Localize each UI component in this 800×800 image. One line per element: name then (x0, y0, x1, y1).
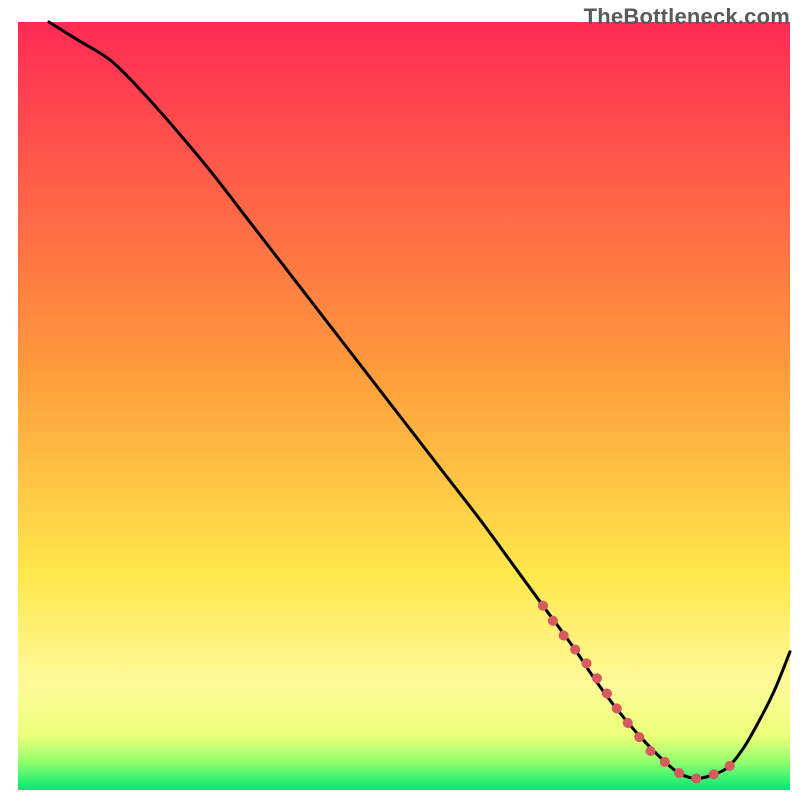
chart-background (18, 22, 790, 790)
bottleneck-chart (0, 0, 800, 800)
chart-container: TheBottleneck.com (0, 0, 800, 800)
watermark-label: TheBottleneck.com (584, 4, 790, 30)
